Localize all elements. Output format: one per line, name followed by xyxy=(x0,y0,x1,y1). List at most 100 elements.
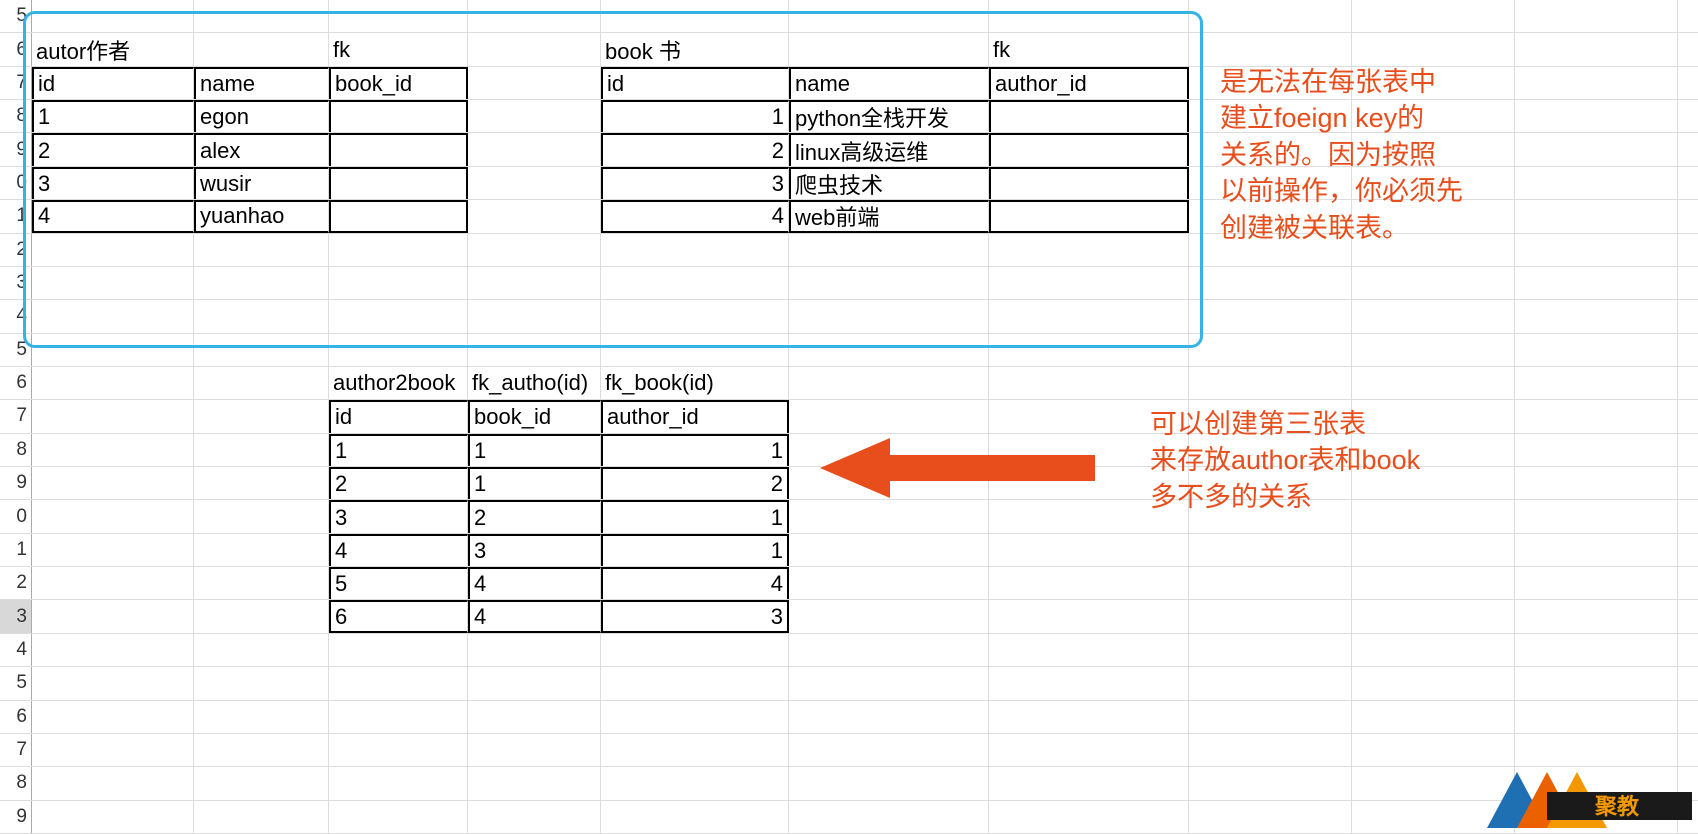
cell[interactable] xyxy=(468,634,601,666)
cell[interactable] xyxy=(1189,267,1352,299)
row-header[interactable]: 9 xyxy=(0,133,32,165)
cell[interactable] xyxy=(32,734,194,766)
cell[interactable] xyxy=(194,300,329,332)
cell[interactable] xyxy=(194,701,329,733)
cell[interactable] xyxy=(1189,300,1352,332)
a2b-row-bookid[interactable]: 1 xyxy=(468,434,601,466)
cell[interactable] xyxy=(1189,767,1352,799)
cell[interactable] xyxy=(32,267,194,299)
cell[interactable] xyxy=(194,600,329,632)
cell[interactable] xyxy=(194,500,329,532)
book-row-fk[interactable] xyxy=(989,133,1189,165)
author-row-id[interactable]: 3 xyxy=(32,167,194,199)
cell[interactable] xyxy=(989,367,1189,399)
cell[interactable] xyxy=(194,801,329,833)
cell[interactable] xyxy=(1678,100,1698,132)
cell[interactable] xyxy=(989,734,1189,766)
a2b-row-authorid[interactable]: 4 xyxy=(601,567,789,599)
cell[interactable] xyxy=(1189,600,1352,632)
row-header[interactable]: 4 xyxy=(0,300,32,332)
author-fk-label-cell[interactable]: fk xyxy=(329,33,468,65)
a2b-title-cell[interactable]: author2book xyxy=(329,367,468,399)
cell[interactable] xyxy=(329,0,468,32)
cell[interactable] xyxy=(32,334,194,366)
cell[interactable] xyxy=(1515,100,1678,132)
cell[interactable] xyxy=(789,234,989,266)
cell[interactable] xyxy=(32,801,194,833)
cell[interactable] xyxy=(468,67,601,99)
row-header[interactable]: 8 xyxy=(0,767,32,799)
cell[interactable] xyxy=(789,600,989,632)
book-row-fk[interactable] xyxy=(989,167,1189,199)
cell[interactable] xyxy=(1189,334,1352,366)
author-row-name[interactable]: yuanhao xyxy=(194,200,329,232)
cell[interactable] xyxy=(194,0,329,32)
author-row-fk[interactable] xyxy=(329,167,468,199)
cell[interactable] xyxy=(1189,667,1352,699)
cell[interactable] xyxy=(468,234,601,266)
cell[interactable] xyxy=(32,400,194,432)
cell[interactable] xyxy=(1678,500,1698,532)
cell[interactable] xyxy=(1515,667,1678,699)
cell[interactable] xyxy=(1189,701,1352,733)
cell[interactable] xyxy=(601,267,789,299)
cell[interactable] xyxy=(1515,200,1678,232)
book-name-header[interactable]: name xyxy=(789,67,989,99)
cell[interactable] xyxy=(329,267,468,299)
cell[interactable] xyxy=(194,567,329,599)
cell[interactable] xyxy=(32,567,194,599)
cell[interactable] xyxy=(789,434,989,466)
cell[interactable] xyxy=(194,467,329,499)
cell[interactable] xyxy=(1678,667,1698,699)
book-fk-header[interactable]: author_id xyxy=(989,67,1189,99)
cell[interactable] xyxy=(32,0,194,32)
cell[interactable] xyxy=(1678,567,1698,599)
a2b-row-authorid[interactable]: 1 xyxy=(601,500,789,532)
author-row-id[interactable]: 2 xyxy=(32,133,194,165)
cell[interactable] xyxy=(32,600,194,632)
cell[interactable] xyxy=(1352,567,1515,599)
cell[interactable] xyxy=(1678,400,1698,432)
cell[interactable] xyxy=(329,767,468,799)
a2b-fk2-label-cell[interactable]: fk_book(id) xyxy=(601,367,789,399)
cell[interactable] xyxy=(468,200,601,232)
author-name-header[interactable]: name xyxy=(194,67,329,99)
row-header[interactable]: 3 xyxy=(0,267,32,299)
cell[interactable] xyxy=(194,534,329,566)
cell[interactable] xyxy=(194,334,329,366)
cell[interactable] xyxy=(989,767,1189,799)
cell[interactable] xyxy=(468,767,601,799)
a2b-authorid-header[interactable]: author_id xyxy=(601,400,789,432)
book-row-id[interactable]: 3 xyxy=(601,167,789,199)
cell[interactable] xyxy=(1515,400,1678,432)
row-header[interactable]: 6 xyxy=(0,701,32,733)
cell[interactable] xyxy=(1189,801,1352,833)
cell[interactable] xyxy=(1189,367,1352,399)
cell[interactable] xyxy=(329,334,468,366)
cell[interactable] xyxy=(1678,534,1698,566)
a2b-bookid-header[interactable]: book_id xyxy=(468,400,601,432)
cell[interactable] xyxy=(601,734,789,766)
author-id-header[interactable]: id xyxy=(32,67,194,99)
cell[interactable] xyxy=(1352,734,1515,766)
cell[interactable] xyxy=(601,234,789,266)
a2b-row-bookid[interactable]: 4 xyxy=(468,600,601,632)
book-row-fk[interactable] xyxy=(989,100,1189,132)
a2b-row-bookid[interactable]: 1 xyxy=(468,467,601,499)
cell[interactable] xyxy=(32,234,194,266)
cell[interactable] xyxy=(194,234,329,266)
cell[interactable] xyxy=(1352,634,1515,666)
a2b-id-header[interactable]: id xyxy=(329,400,468,432)
author-row-fk[interactable] xyxy=(329,200,468,232)
cell[interactable] xyxy=(1515,267,1678,299)
cell[interactable] xyxy=(194,400,329,432)
cell[interactable] xyxy=(1352,534,1515,566)
cell[interactable] xyxy=(789,33,989,65)
row-header[interactable]: 8 xyxy=(0,100,32,132)
author-row-fk[interactable] xyxy=(329,100,468,132)
cell[interactable] xyxy=(1515,67,1678,99)
cell[interactable] xyxy=(789,400,989,432)
cell[interactable] xyxy=(1189,567,1352,599)
cell[interactable] xyxy=(32,300,194,332)
cell[interactable] xyxy=(1515,0,1678,32)
